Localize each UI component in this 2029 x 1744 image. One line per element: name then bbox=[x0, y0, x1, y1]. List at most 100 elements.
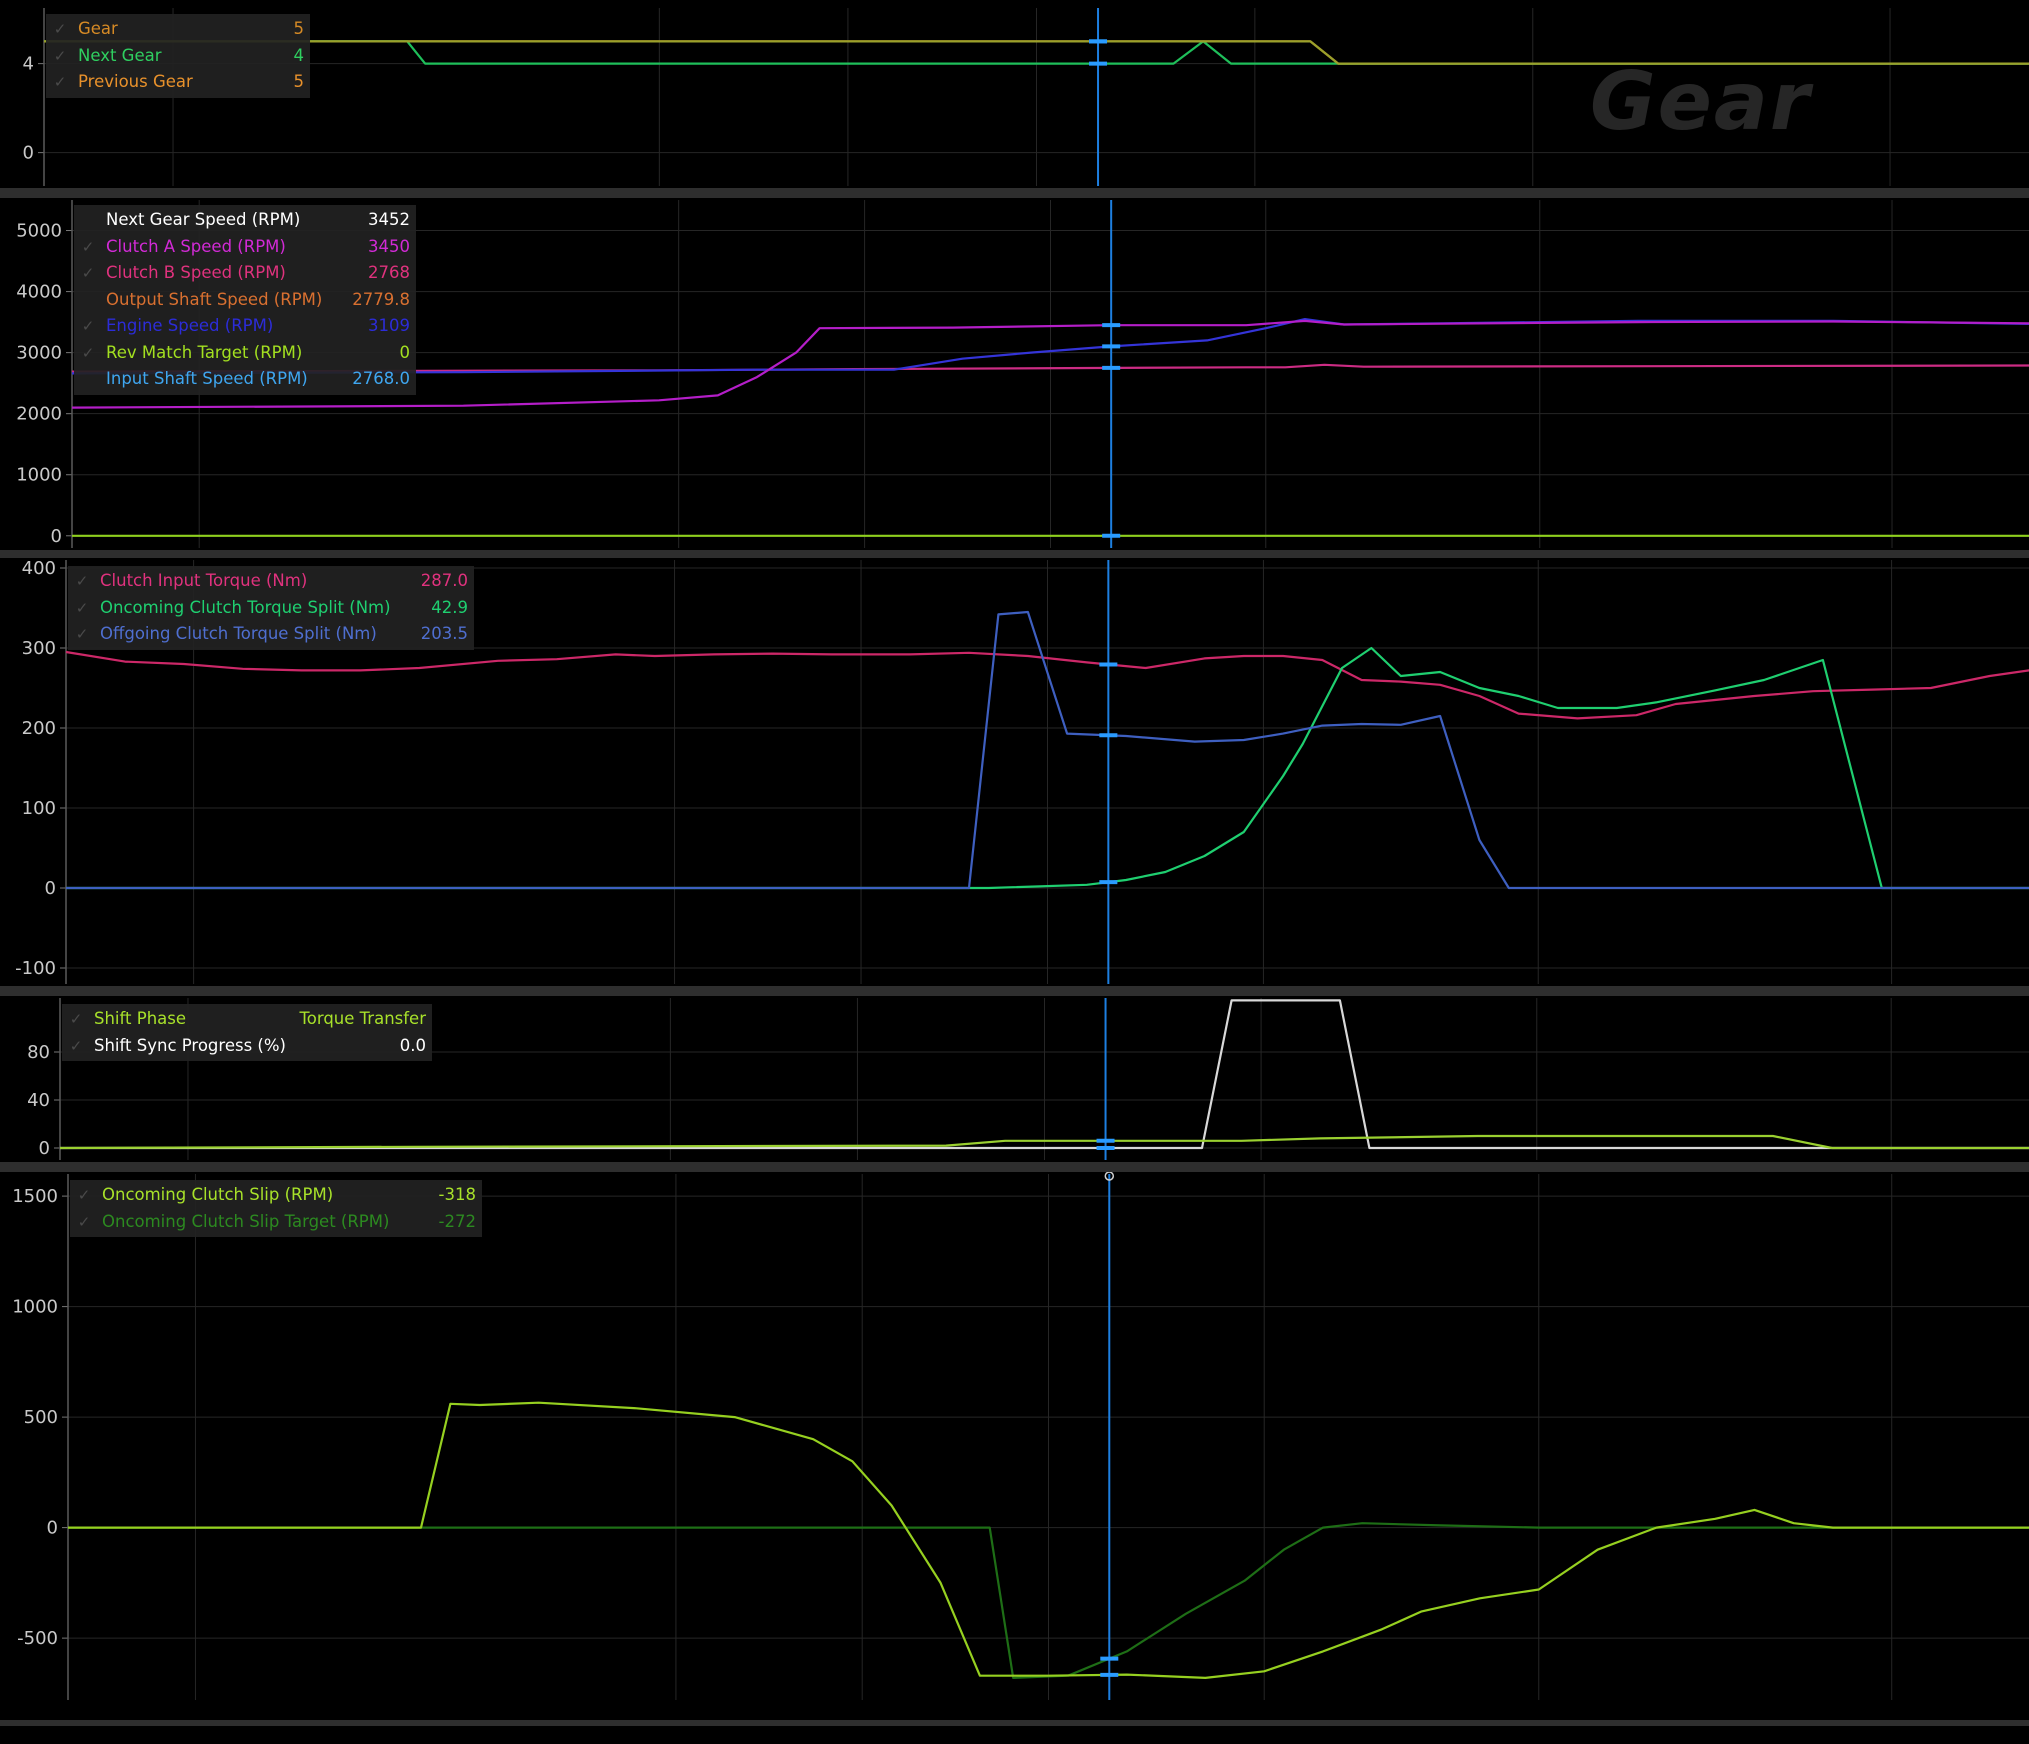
chart-workspace: 4 0 5000 4000 3000 2000 1000 0 400 300 200 100 0 -100… bbox=[0, 0, 2029, 1740]
check-icon[interactable]: ✓ bbox=[72, 595, 92, 622]
legend-item[interactable]: ✓ Previous Gear 5 bbox=[50, 69, 304, 96]
check-icon[interactable]: ✓ bbox=[78, 313, 98, 340]
legend-item-name: Input Shaft Speed (RPM) bbox=[106, 369, 308, 388]
legend-item[interactable]: ✓ Gear 5 bbox=[50, 16, 304, 43]
y-tick-label: 1000 bbox=[16, 465, 62, 486]
legend-item[interactable]: ✓ Offgoing Clutch Torque Split (Nm) 203.5 bbox=[72, 621, 468, 648]
legend-item-name: Previous Gear bbox=[78, 72, 193, 91]
legend-item-value: 2768 bbox=[368, 263, 410, 282]
y-tick-label: 0 bbox=[39, 1138, 50, 1159]
check-icon[interactable]: ✓ bbox=[78, 234, 98, 261]
check-icon[interactable]: ✓ bbox=[50, 16, 70, 43]
y-tick-label: 300 bbox=[22, 638, 56, 659]
legend-item-value: 2768.0 bbox=[352, 369, 410, 388]
legend-item[interactable]: ✓ Clutch A Speed (RPM) 3450 bbox=[78, 234, 410, 261]
legend-item-name: Clutch B Speed (RPM) bbox=[106, 263, 286, 282]
y-tick-label: 0 bbox=[51, 526, 62, 547]
legend-item[interactable]: ✓ Engine Speed (RPM) 3109 bbox=[78, 313, 410, 340]
legend-item-name: Oncoming Clutch Torque Split (Nm) bbox=[100, 597, 391, 617]
y-tick-label: -100 bbox=[15, 958, 56, 979]
y-tick-label: 3000 bbox=[16, 343, 62, 364]
panel-separator[interactable] bbox=[0, 550, 2029, 558]
panel-watermark: Gear bbox=[1590, 55, 1812, 148]
legend-item-value: Torque Transfer bbox=[299, 1009, 426, 1028]
legend-item-name: Gear bbox=[78, 19, 118, 38]
legend-item[interactable]: ✓Input Shaft Speed (RPM)2768.0 bbox=[78, 366, 410, 393]
legend-item-value: -318 bbox=[438, 1185, 476, 1204]
legend-item-name: Clutch Input Torque (Nm) bbox=[100, 571, 308, 590]
y-tick-label: 80 bbox=[27, 1042, 50, 1063]
y-tick-label: 200 bbox=[22, 718, 56, 739]
legend-item-name: Next Gear bbox=[78, 45, 162, 65]
legend-item[interactable]: ✓ Shift Phase Torque Transfer bbox=[66, 1006, 426, 1033]
legend-item[interactable]: ✓ Oncoming Clutch Slip Target (RPM) -272 bbox=[74, 1209, 476, 1236]
check-icon[interactable]: ✓ bbox=[78, 260, 98, 287]
legend-panel-5[interactable]: ✓ Oncoming Clutch Slip (RPM) -318 ✓ Oncoming… bbox=[70, 1180, 482, 1237]
y-tick-label: 5000 bbox=[16, 221, 62, 242]
legend-panel-4[interactable]: ✓ Shift Phase Torque Transfer ✓ Shift Sync P… bbox=[62, 1004, 432, 1061]
check-icon[interactable]: ✓ bbox=[50, 43, 70, 70]
legend-item-name: Output Shaft Speed (RPM) bbox=[106, 289, 323, 309]
legend-item-name: Rev Match Target (RPM) bbox=[106, 342, 303, 362]
legend-panel-3[interactable]: ✓ Clutch Input Torque (Nm) 287.0 ✓ Oncoming … bbox=[68, 566, 474, 650]
legend-item-name: Engine Speed (RPM) bbox=[106, 316, 274, 335]
legend-item[interactable]: ✓ Oncoming Clutch Slip (RPM) -318 bbox=[74, 1182, 476, 1209]
legend-item[interactable]: ✓ Oncoming Clutch Torque Split (Nm) 42.9 bbox=[72, 595, 468, 622]
panel-separator[interactable] bbox=[0, 986, 2029, 996]
legend-item-value: 2779.8 bbox=[352, 289, 410, 309]
check-icon[interactable]: ✓ bbox=[78, 340, 98, 367]
legend-item-name: Oncoming Clutch Slip (RPM) bbox=[102, 1185, 334, 1204]
panel-separator[interactable] bbox=[0, 188, 2029, 198]
y-tick-label: 40 bbox=[27, 1090, 50, 1111]
legend-item-value: 0.0 bbox=[399, 1035, 426, 1055]
check-icon[interactable]: ✓ bbox=[74, 1182, 94, 1209]
legend-item[interactable]: ✓ Rev Match Target (RPM) 0 bbox=[78, 340, 410, 367]
panel-separator[interactable] bbox=[0, 1720, 2029, 1726]
y-tick-label: 1000 bbox=[12, 1297, 58, 1318]
legend-item-name: Shift Phase bbox=[94, 1009, 187, 1028]
legend-item-value: -272 bbox=[438, 1211, 476, 1231]
legend-item[interactable]: ✓Output Shaft Speed (RPM)2779.8 bbox=[78, 287, 410, 314]
legend-item-value: 203.5 bbox=[420, 624, 468, 643]
legend-panel-1[interactable]: ✓ Gear 5 ✓ Next Gear 4 ✓ Previous Gear 5 bbox=[46, 14, 310, 98]
legend-item-value: 0 bbox=[399, 342, 411, 362]
y-tick-label: 1500 bbox=[12, 1186, 58, 1207]
legend-item-value: 5 bbox=[293, 19, 305, 38]
legend-item[interactable]: ✓ Shift Sync Progress (%) 0.0 bbox=[66, 1033, 426, 1060]
legend-item[interactable]: ✓ Clutch B Speed (RPM) 2768 bbox=[78, 260, 410, 287]
check-icon[interactable]: ✓ bbox=[50, 69, 70, 96]
check-icon[interactable]: ✓ bbox=[74, 1209, 94, 1236]
legend-item-name: Shift Sync Progress (%) bbox=[94, 1035, 286, 1055]
legend-item-value: 3109 bbox=[368, 316, 410, 335]
y-tick-label: 100 bbox=[22, 798, 56, 819]
chart-panel-5[interactable]: 1500 1000 500 0 -500 bbox=[12, 1174, 2029, 1700]
legend-item-name: Next Gear Speed (RPM) bbox=[106, 210, 301, 229]
legend-item-value: 3452 bbox=[368, 210, 410, 229]
y-tick-label: 0 bbox=[47, 1518, 58, 1539]
check-icon[interactable]: ✓ bbox=[72, 568, 92, 595]
legend-item-value: 5 bbox=[293, 72, 305, 91]
legend-item-value: 287.0 bbox=[420, 571, 468, 590]
y-tick-label: 4 bbox=[23, 54, 34, 75]
y-tick-label: 2000 bbox=[16, 404, 62, 425]
y-tick-label: 4000 bbox=[16, 282, 62, 303]
check-icon[interactable]: ✓ bbox=[66, 1033, 86, 1060]
y-tick-label: -500 bbox=[17, 1628, 58, 1649]
y-tick-label: 0 bbox=[45, 878, 56, 899]
check-icon[interactable]: ✓ bbox=[72, 621, 92, 648]
legend-item-value: 4 bbox=[293, 45, 305, 65]
legend-item-value: 42.9 bbox=[431, 597, 468, 617]
legend-item-name: Oncoming Clutch Slip Target (RPM) bbox=[102, 1211, 390, 1231]
panel-separator[interactable] bbox=[0, 1162, 2029, 1172]
legend-item-name: Offgoing Clutch Torque Split (Nm) bbox=[100, 624, 377, 643]
legend-panel-2[interactable]: ✓ Next Gear Speed (RPM) 3452 ✓ Clutch A Spee… bbox=[74, 205, 416, 395]
check-icon[interactable]: ✓ bbox=[66, 1006, 86, 1033]
legend-item[interactable]: ✓ Next Gear 4 bbox=[50, 43, 304, 70]
legend-item[interactable]: ✓ Clutch Input Torque (Nm) 287.0 bbox=[72, 568, 468, 595]
legend-item-value: 3450 bbox=[368, 236, 410, 256]
y-tick-label: 0 bbox=[23, 143, 34, 164]
y-tick-label: 500 bbox=[24, 1407, 58, 1428]
legend-item[interactable]: ✓Next Gear Speed (RPM)3452 bbox=[78, 207, 410, 234]
y-tick-label: 400 bbox=[22, 558, 56, 579]
legend-item-name: Clutch A Speed (RPM) bbox=[106, 236, 286, 256]
